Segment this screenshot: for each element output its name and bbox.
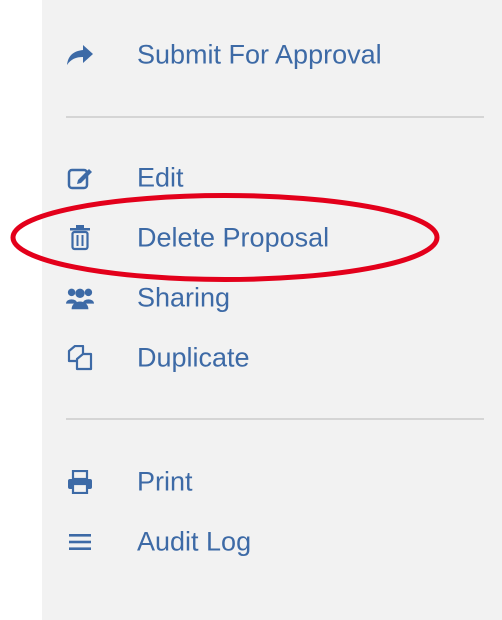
trash-icon <box>66 224 94 252</box>
audit-log-item[interactable]: Audit Log <box>42 517 462 567</box>
duplicate-item[interactable]: Duplicate <box>42 333 462 383</box>
audit-log-label: Audit Log <box>137 526 252 557</box>
edit-item[interactable]: Edit <box>42 153 462 203</box>
print-label: Print <box>137 466 193 497</box>
menu-divider <box>66 418 484 420</box>
print-item[interactable]: Print <box>42 457 462 507</box>
sharing-label: Sharing <box>137 282 231 313</box>
menu-divider <box>66 116 484 118</box>
delete-proposal-label: Delete Proposal <box>137 222 330 253</box>
edit-icon <box>66 164 94 192</box>
delete-proposal-item[interactable]: Delete Proposal <box>42 213 462 263</box>
sharing-item[interactable]: Sharing <box>42 273 462 323</box>
edit-label: Edit <box>137 162 184 193</box>
duplicate-label: Duplicate <box>137 342 250 373</box>
submit-for-approval-item[interactable]: Submit For Approval <box>42 30 462 80</box>
duplicate-icon <box>66 344 94 372</box>
share-arrow-icon <box>66 41 94 69</box>
submit-for-approval-label: Submit For Approval <box>137 39 382 70</box>
list-icon <box>66 528 94 556</box>
print-icon <box>66 468 94 496</box>
users-icon <box>66 284 94 312</box>
